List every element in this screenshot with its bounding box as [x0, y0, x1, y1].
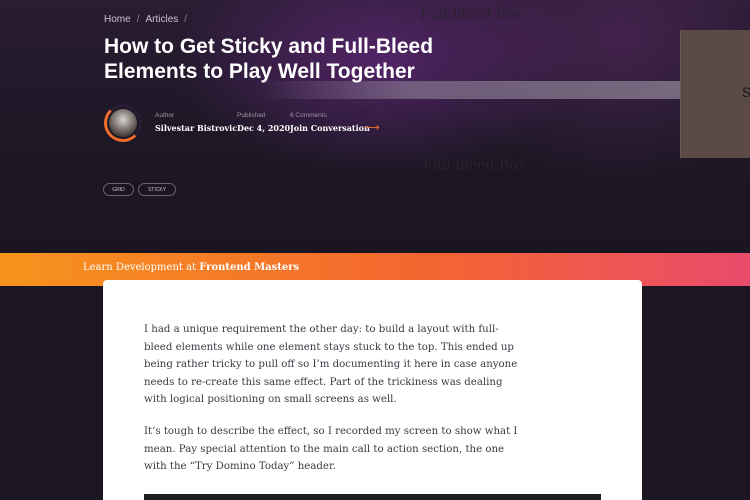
- promo-lead: Learn Development at: [83, 262, 197, 273]
- breadcrumb-articles-link[interactable]: Articles: [145, 14, 178, 25]
- breadcrumb-home-link[interactable]: Home: [104, 14, 131, 25]
- screen-recording-video[interactable]: [144, 494, 601, 500]
- article-hero: S Full-bleed Box Full-bleed Box Home / A…: [0, 0, 750, 253]
- breadcrumb-separator: /: [184, 14, 188, 25]
- author-label: Author: [155, 112, 175, 119]
- breadcrumb-separator: /: [136, 14, 140, 25]
- published-label: Published: [237, 112, 266, 119]
- tag-sticky[interactable]: STICKY: [138, 183, 176, 196]
- full-bleed-label-middle: Full-bleed Box: [423, 157, 526, 173]
- promo-brand-link[interactable]: Frontend Masters: [199, 262, 299, 273]
- arrow-right-icon[interactable]: ⟶: [364, 121, 380, 134]
- avatar-photo: [109, 109, 137, 137]
- full-bleed-label-top: Full-bleed Box: [420, 6, 523, 22]
- article-body: I had a unique requirement the other day…: [103, 280, 642, 500]
- join-conversation-link[interactable]: Join Conversation: [290, 123, 370, 133]
- side-box-letter: S: [742, 86, 750, 101]
- breadcrumb: Home / Articles /: [104, 14, 187, 25]
- tag-grid[interactable]: GRID: [103, 183, 134, 196]
- article-paragraph: It’s tough to describe the effect, so I …: [144, 426, 518, 472]
- author-avatar[interactable]: [104, 104, 142, 142]
- promo-text: Learn Development at Frontend Masters: [83, 262, 299, 273]
- side-box: [680, 30, 750, 158]
- published-date: Dec 4, 2020: [237, 123, 291, 133]
- author-name-link[interactable]: Silvestar Bistrovic: [155, 123, 237, 133]
- comments-count: 6 Comments: [290, 112, 327, 119]
- page-title: How to Get Sticky and Full-Bleed Element…: [104, 35, 434, 83]
- article-paragraph: I had a unique requirement the other day…: [144, 324, 518, 405]
